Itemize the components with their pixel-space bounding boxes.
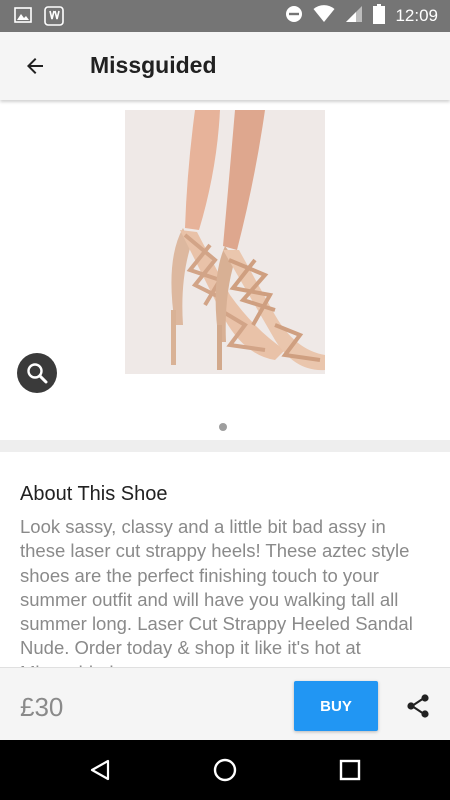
back-button[interactable] xyxy=(14,46,56,86)
battery-icon xyxy=(373,3,386,29)
magnify-icon xyxy=(27,363,48,384)
clock: 12:09 xyxy=(395,6,438,25)
nav-recents-button[interactable] xyxy=(330,750,370,790)
recents-square-icon xyxy=(339,759,361,781)
notification-icons xyxy=(14,6,64,31)
app-bar: Missguided xyxy=(0,32,450,100)
product-description: Look sassy, classy and a little bit bad … xyxy=(20,516,413,667)
share-icon xyxy=(407,694,429,718)
page-indicator-dot xyxy=(219,423,227,431)
purchase-bar: £30 BUY xyxy=(0,667,450,740)
status-bar: 12:09 xyxy=(0,0,450,32)
home-circle-icon xyxy=(213,758,237,782)
signal-icon xyxy=(345,5,363,28)
section-divider xyxy=(0,440,450,452)
navigation-bar xyxy=(0,740,450,800)
app-notification-icon xyxy=(44,6,64,31)
price-label: £30 xyxy=(20,692,64,722)
system-icons: 12:09 xyxy=(285,0,438,32)
wifi-icon xyxy=(313,4,335,28)
image-icon xyxy=(14,6,32,31)
product-image xyxy=(125,110,325,374)
product-image-carousel[interactable] xyxy=(0,100,450,440)
nav-back-button[interactable] xyxy=(80,750,120,790)
share-button[interactable] xyxy=(398,686,438,726)
buy-button[interactable]: BUY xyxy=(294,681,378,731)
about-heading: About This Shoe xyxy=(20,483,168,505)
back-triangle-icon xyxy=(90,759,110,781)
nav-home-button[interactable] xyxy=(205,750,245,790)
zoom-button[interactable] xyxy=(17,353,57,393)
arrow-back-icon xyxy=(27,58,43,74)
do-not-disturb-icon xyxy=(285,5,303,28)
page-title: Missguided xyxy=(90,52,217,78)
